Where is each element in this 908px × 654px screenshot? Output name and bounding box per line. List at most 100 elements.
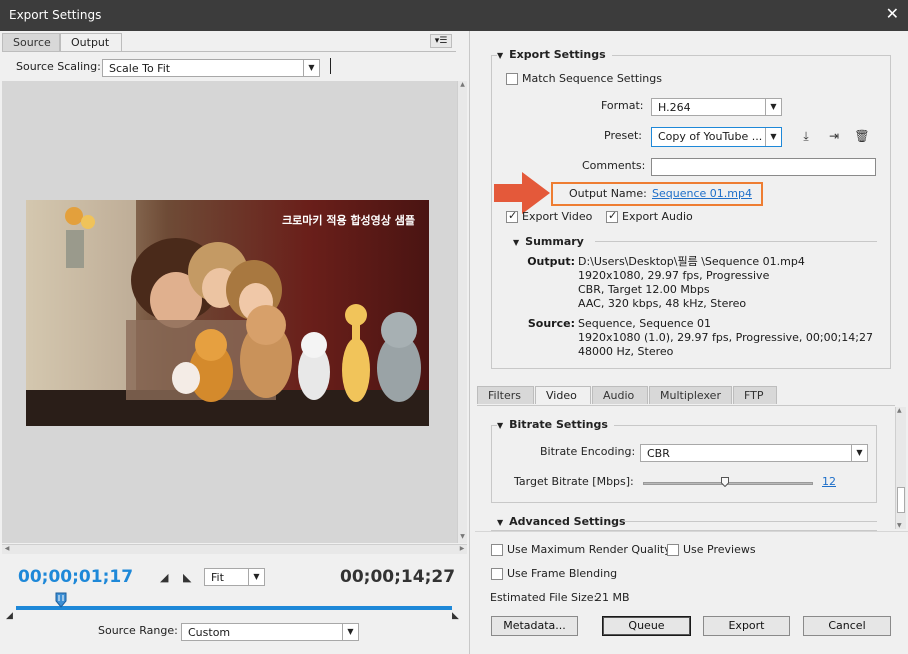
export-video-checkbox[interactable] bbox=[506, 209, 518, 223]
summary-source-line: 1920x1080 (1.0), 29.97 fps, Progressive,… bbox=[578, 331, 874, 344]
source-range-label: Source Range: bbox=[98, 624, 178, 637]
tab-source[interactable]: Source bbox=[2, 33, 60, 51]
comments-input[interactable] bbox=[651, 158, 876, 176]
comments-label: Comments: bbox=[582, 159, 646, 172]
settings-tab-divider bbox=[477, 405, 895, 406]
summary-output-line: D:\Users\Desktop\필름 \Sequence 01.mp4 bbox=[578, 255, 805, 268]
chevron-down-icon: ▼ bbox=[765, 128, 781, 146]
max-render-checkbox[interactable] bbox=[491, 544, 503, 556]
range-start-handle-icon[interactable]: ◢ bbox=[6, 611, 13, 621]
text-cursor bbox=[330, 58, 331, 74]
tab-audio[interactable]: Audio bbox=[592, 386, 648, 404]
source-range-select[interactable]: Custom ▼ bbox=[181, 623, 359, 641]
scroll-down-icon[interactable]: ▼ bbox=[458, 533, 467, 543]
frame-blending-label: Use Frame Blending bbox=[507, 567, 618, 580]
tab-video[interactable]: Video bbox=[535, 386, 591, 404]
settings-panel: ▼ Export Settings Match Sequence Settings… bbox=[475, 31, 908, 654]
summary-divider bbox=[595, 241, 877, 242]
panel-menu-icon[interactable]: ▾☰ bbox=[430, 34, 452, 48]
window-title: Export Settings bbox=[9, 8, 102, 22]
summary-source-line: Sequence, Sequence 01 bbox=[578, 317, 712, 330]
tab-output[interactable]: Output bbox=[60, 33, 122, 51]
source-scaling-value: Scale To Fit bbox=[109, 62, 171, 75]
timeline-track[interactable] bbox=[16, 606, 452, 610]
scroll-left-icon[interactable]: ◀ bbox=[2, 545, 12, 554]
chevron-down-icon: ▼ bbox=[303, 60, 319, 76]
duration-timecode: 00;00;14;27 bbox=[340, 567, 456, 587]
chevron-down-icon: ▼ bbox=[248, 569, 264, 585]
export-settings-title: Export Settings bbox=[509, 48, 606, 61]
summary-output-line: 1920x1080, 29.97 fps, Progressive bbox=[578, 269, 770, 282]
advanced-settings-title: Advanced Settings bbox=[509, 515, 626, 528]
video-frame-image bbox=[26, 200, 429, 426]
chevron-down-icon: ▼ bbox=[342, 624, 358, 640]
export-audio-checkbox[interactable] bbox=[606, 209, 618, 223]
source-scaling-select[interactable]: Scale To Fit ▼ bbox=[102, 59, 320, 77]
export-settings-header[interactable]: ▼ Export Settings bbox=[497, 48, 612, 61]
preset-select[interactable]: Copy of YouTube ... ▼ bbox=[651, 127, 782, 147]
settings-vertical-scrollbar[interactable]: ▲ ▼ bbox=[895, 407, 906, 529]
frame-blending-checkbox[interactable] bbox=[491, 568, 503, 580]
match-sequence-label: Match Sequence Settings bbox=[522, 72, 662, 85]
output-name-link[interactable]: Sequence 01.mp4 bbox=[652, 187, 752, 200]
source-range-value: Custom bbox=[188, 626, 231, 639]
delete-preset-icon[interactable]: 🗑 bbox=[853, 128, 871, 144]
match-sequence-checkbox[interactable] bbox=[506, 73, 518, 85]
cancel-button[interactable]: Cancel bbox=[803, 616, 891, 636]
metadata-button[interactable]: Metadata... bbox=[491, 616, 578, 636]
scroll-up-icon[interactable]: ▲ bbox=[897, 407, 902, 414]
scroll-thumb[interactable] bbox=[897, 487, 905, 513]
slider-thumb-icon[interactable] bbox=[720, 477, 729, 487]
current-timecode[interactable]: 00;00;01;17 bbox=[18, 567, 133, 587]
tab-filters[interactable]: Filters bbox=[477, 386, 534, 404]
source-scaling-label: Source Scaling: bbox=[16, 60, 101, 73]
playhead-icon[interactable] bbox=[55, 592, 67, 608]
preview-vertical-scrollbar[interactable]: ▲ ▼ bbox=[457, 81, 467, 543]
zoom-fit-select[interactable]: Fit ▼ bbox=[204, 568, 265, 586]
bitrate-encoding-select[interactable]: CBR ▼ bbox=[640, 444, 868, 462]
set-out-point-icon[interactable]: ◣ bbox=[183, 571, 191, 584]
summary-source-line: 48000 Hz, Stereo bbox=[578, 345, 674, 358]
summary-output-lines: D:\Users\Desktop\필름 \Sequence 01.mp4 192… bbox=[578, 255, 805, 311]
summary-source-lines: Sequence, Sequence 01 1920x1080 (1.0), 2… bbox=[578, 317, 873, 359]
preview-horizontal-scrollbar[interactable]: ◀ ▶ bbox=[2, 544, 467, 554]
scroll-up-icon[interactable]: ▲ bbox=[458, 81, 467, 91]
export-video-label: Export Video bbox=[522, 210, 593, 223]
advanced-settings-header[interactable]: ▼ Advanced Settings bbox=[497, 515, 626, 528]
close-icon[interactable]: ✕ bbox=[886, 5, 899, 23]
bitrate-settings-title: Bitrate Settings bbox=[509, 418, 608, 431]
summary-header[interactable]: ▼ Summary bbox=[513, 235, 584, 248]
use-previews-checkbox[interactable] bbox=[667, 544, 679, 556]
queue-button[interactable]: Queue bbox=[602, 616, 691, 636]
zoom-fit-value: Fit bbox=[211, 571, 224, 584]
tab-multiplexer[interactable]: Multiplexer bbox=[649, 386, 732, 404]
collapse-triangle-icon: ▼ bbox=[513, 238, 520, 247]
output-name-label: Output Name: bbox=[569, 187, 647, 200]
scroll-right-icon[interactable]: ▶ bbox=[457, 545, 467, 554]
chevron-down-icon: ▼ bbox=[851, 445, 867, 461]
target-bitrate-value[interactable]: 12 bbox=[822, 475, 836, 488]
import-preset-icon[interactable]: ⇥ bbox=[825, 128, 843, 144]
file-size-label: Estimated File Size: bbox=[490, 591, 598, 604]
set-in-point-icon[interactable]: ◢ bbox=[160, 571, 168, 584]
use-previews-label: Use Previews bbox=[683, 543, 756, 556]
range-end-handle-icon[interactable]: ◣ bbox=[452, 611, 459, 621]
title-bar: Export Settings ✕ bbox=[0, 0, 908, 31]
export-button[interactable]: Export bbox=[703, 616, 790, 636]
save-preset-icon[interactable]: ⤓ bbox=[797, 128, 815, 144]
summary-source-label: Source: bbox=[527, 317, 575, 330]
bitrate-encoding-label: Bitrate Encoding: bbox=[540, 445, 636, 458]
target-bitrate-label: Target Bitrate [Mbps]: bbox=[514, 475, 634, 488]
max-render-label: Use Maximum Render Quality bbox=[507, 543, 671, 556]
file-size-value: 21 MB bbox=[595, 591, 630, 604]
preset-label: Preset: bbox=[604, 129, 643, 142]
tab-ftp[interactable]: FTP bbox=[733, 386, 777, 404]
bitrate-settings-header[interactable]: ▼ Bitrate Settings bbox=[497, 418, 614, 431]
format-select[interactable]: H.264 ▼ bbox=[651, 98, 782, 116]
tab-divider bbox=[2, 51, 456, 52]
format-value: H.264 bbox=[658, 101, 691, 114]
collapse-triangle-icon: ▼ bbox=[497, 518, 504, 527]
scroll-down-icon[interactable]: ▼ bbox=[897, 522, 902, 529]
summary-output-line: CBR, Target 12.00 Mbps bbox=[578, 283, 710, 296]
collapse-triangle-icon: ▼ bbox=[497, 51, 504, 60]
